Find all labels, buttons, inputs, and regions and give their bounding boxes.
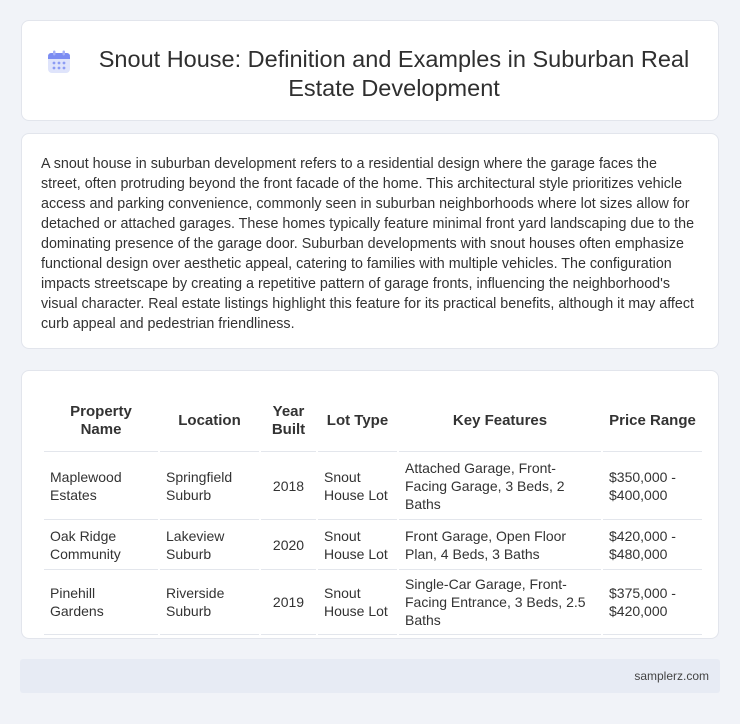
cell-price-range: $420,000 - $480,000	[603, 519, 702, 569]
header-lot-type: Lot Type	[326, 412, 389, 429]
header-location: Location	[178, 412, 241, 429]
header-key-features: Key Features	[452, 412, 548, 429]
cell-property-name: Maplewood Estates	[44, 451, 158, 519]
cell-price-range: $350,000 - $400,000	[603, 451, 702, 519]
cell-location: Riverside Suburb	[160, 569, 259, 635]
description-text: A snout house in suburban development re…	[41, 156, 695, 332]
header-price-range: Price Range	[609, 412, 696, 429]
cell-year-built: 2019	[261, 569, 316, 635]
cell-lot-type: Snout House Lot	[318, 569, 397, 635]
description-card: A snout house in suburban development re…	[21, 133, 719, 349]
table-header-row: Property Name Location Year Built Lot Ty…	[44, 391, 702, 451]
page-title: Snout House: Definition and Examples in …	[98, 46, 690, 101]
cell-property-name: Pinehill Gardens	[44, 569, 158, 635]
cell-property-name: Oak Ridge Community	[44, 519, 158, 569]
cell-key-features: Single-Car Garage, Front-Facing Entrance…	[399, 569, 601, 635]
title-wrap: Snout House: Definition and Examples in …	[22, 21, 718, 103]
table-row: Pinehill Gardens Riverside Suburb 2019 S…	[44, 569, 702, 635]
cell-key-features: Attached Garage, Front-Facing Garage, 3 …	[399, 451, 601, 519]
table-row: Maplewood Estates Springfield Suburb 201…	[44, 451, 702, 519]
table-card: Property Name Location Year Built Lot Ty…	[21, 370, 719, 639]
calendar-icon	[48, 50, 70, 73]
table-row: Oak Ridge Community Lakeview Suburb 2020…	[44, 519, 702, 569]
footer-site-link[interactable]: samplerz.com	[634, 669, 709, 683]
title-card: Snout House: Definition and Examples in …	[21, 20, 719, 121]
cell-lot-type: Snout House Lot	[318, 451, 397, 519]
cell-price-range: $375,000 - $420,000	[603, 569, 702, 635]
cell-year-built: 2018	[261, 451, 316, 519]
cell-lot-type: Snout House Lot	[318, 519, 397, 569]
footer: samplerz.com	[20, 659, 720, 693]
header-year-built: Year Built	[271, 403, 306, 438]
cell-location: Lakeview Suburb	[160, 519, 259, 569]
cell-year-built: 2020	[261, 519, 316, 569]
header-property-name: Property Name	[70, 403, 132, 438]
cell-key-features: Front Garage, Open Floor Plan, 4 Beds, 3…	[399, 519, 601, 569]
properties-table: Property Name Location Year Built Lot Ty…	[42, 391, 704, 635]
cell-location: Springfield Suburb	[160, 451, 259, 519]
